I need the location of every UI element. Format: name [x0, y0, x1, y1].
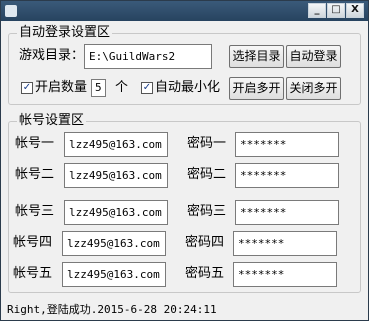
open-multi-button[interactable]: 开启多开	[229, 77, 284, 100]
close-button[interactable]: X	[346, 3, 364, 18]
multi-count-checkbox[interactable]: ✓	[21, 82, 33, 94]
password-label-2: 密码二	[187, 167, 227, 182]
auto-login-button[interactable]: 自动登录	[286, 45, 341, 68]
account-label-1: 帐号一	[15, 136, 55, 151]
auto-login-group-title: 自动登录设置区	[17, 25, 113, 41]
app-icon	[5, 5, 17, 17]
password-label-5: 密码五	[185, 266, 225, 281]
account-label-5: 帐号五	[13, 266, 53, 281]
multi-count-input[interactable]: 5	[91, 79, 106, 97]
select-dir-button[interactable]: 选择目录	[229, 45, 284, 68]
account-input-2[interactable]: lzz495@163.com	[64, 163, 168, 188]
maximize-button[interactable]: □	[327, 3, 345, 18]
password-input-3[interactable]: *******	[235, 200, 339, 225]
password-input-4[interactable]: *******	[233, 231, 337, 256]
password-label-1: 密码一	[187, 136, 227, 151]
title-bar[interactable]: _ □ X	[1, 1, 368, 21]
auto-minimize-checkbox[interactable]: ✓	[141, 82, 153, 94]
game-dir-input[interactable]: E:\GuildWars2	[84, 44, 212, 69]
account-input-1[interactable]: lzz495@163.com	[64, 132, 168, 157]
multi-count-label: 开启数量	[35, 80, 88, 95]
account-input-4[interactable]: lzz495@163.com	[62, 231, 166, 256]
account-label-2: 帐号二	[15, 167, 55, 182]
minimize-button[interactable]: _	[308, 3, 326, 18]
account-input-5[interactable]: lzz495@163.com	[62, 262, 166, 287]
game-dir-label: 游戏目录：	[19, 48, 85, 63]
password-input-1[interactable]: *******	[235, 132, 339, 157]
close-multi-button[interactable]: 关闭多开	[286, 77, 341, 100]
multi-count-unit: 个	[115, 80, 129, 95]
password-label-4: 密码四	[185, 235, 225, 250]
password-input-5[interactable]: *******	[233, 262, 337, 287]
account-input-3[interactable]: lzz495@163.com	[64, 200, 168, 225]
status-text: Right,登陆成功.2015-6-28 20:24:11	[7, 303, 217, 316]
app-window: _ □ X 自动登录设置区 游戏目录： E:\GuildWars2 选择目录 自…	[0, 0, 369, 321]
account-label-4: 帐号四	[13, 235, 53, 250]
accounts-group-title: 帐号设置区	[17, 113, 87, 129]
account-label-3: 帐号三	[15, 204, 55, 219]
auto-minimize-label: 自动最小化	[155, 80, 221, 95]
password-label-3: 密码三	[187, 204, 227, 219]
password-input-2[interactable]: *******	[235, 163, 339, 188]
